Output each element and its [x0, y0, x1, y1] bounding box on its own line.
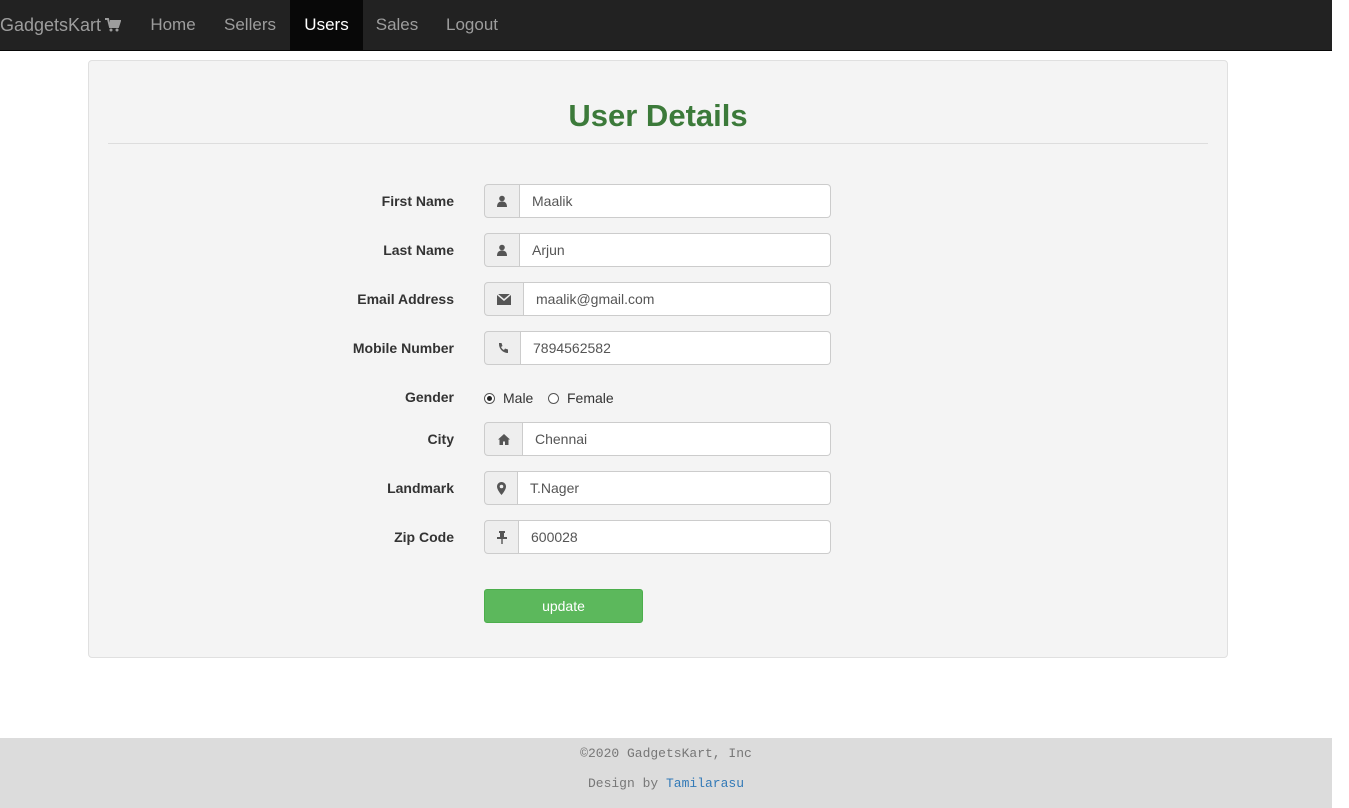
nav-sellers[interactable]: Sellers	[210, 0, 290, 50]
update-button[interactable]: update	[484, 589, 643, 623]
copyright-text: ©2020 GadgetsKart, Inc	[580, 746, 752, 761]
gender-female-label: Female	[567, 390, 614, 406]
user-icon	[484, 184, 520, 218]
zip-code-label: Zip Code	[394, 529, 454, 545]
gender-female-radio[interactable]	[548, 392, 559, 404]
gender-female-option[interactable]: Female	[548, 388, 614, 408]
mobile-label: Mobile Number	[352, 340, 454, 356]
envelope-icon	[484, 282, 524, 316]
gender-male-option[interactable]: Male	[484, 388, 533, 408]
email-label: Email Address	[357, 291, 454, 307]
gender-label: Gender	[404, 389, 454, 405]
city-input[interactable]: Chennai	[523, 422, 831, 456]
phone-icon	[484, 331, 521, 365]
nav-users[interactable]: Users	[290, 0, 363, 50]
map-marker-icon	[484, 471, 518, 505]
gender-male-radio[interactable]	[484, 392, 495, 404]
email-input[interactable]: maalik@gmail.com	[524, 282, 831, 316]
navbar: GadgetsKart Home Sellers Users Sales Log…	[0, 0, 1332, 51]
footer: ©2020 GadgetsKart, Inc Design by Tamilar…	[0, 738, 1332, 808]
brand-link[interactable]: GadgetsKart	[0, 0, 122, 51]
home-icon	[484, 422, 523, 456]
first-name-label: First Name	[381, 193, 454, 209]
first-name-input[interactable]: Maalik	[520, 184, 831, 218]
nav-sales[interactable]: Sales	[363, 0, 431, 50]
designer-link[interactable]: Tamilarasu	[666, 776, 744, 791]
landmark-input[interactable]: T.Nager	[518, 471, 831, 505]
gender-male-label: Male	[503, 390, 534, 406]
zip-code-input[interactable]: 600028	[519, 520, 831, 554]
nav-logout[interactable]: Logout	[431, 0, 513, 50]
nav-home[interactable]: Home	[136, 0, 210, 50]
user-icon	[484, 233, 520, 267]
shopping-cart-icon	[105, 1, 122, 51]
brand-label: GadgetsKart	[0, 15, 102, 35]
landmark-label: Landmark	[387, 480, 454, 496]
divider	[108, 143, 1208, 144]
page-title: User Details	[568, 98, 748, 133]
last-name-input[interactable]: Arjun	[520, 233, 831, 267]
design-by-text: Design by	[587, 776, 659, 791]
mobile-input[interactable]: 7894562582	[521, 331, 831, 365]
design-credit: Design by Tamilarasu	[0, 776, 1332, 791]
pushpin-icon	[484, 520, 519, 554]
last-name-label: Last Name	[383, 242, 454, 258]
city-label: City	[427, 431, 454, 447]
